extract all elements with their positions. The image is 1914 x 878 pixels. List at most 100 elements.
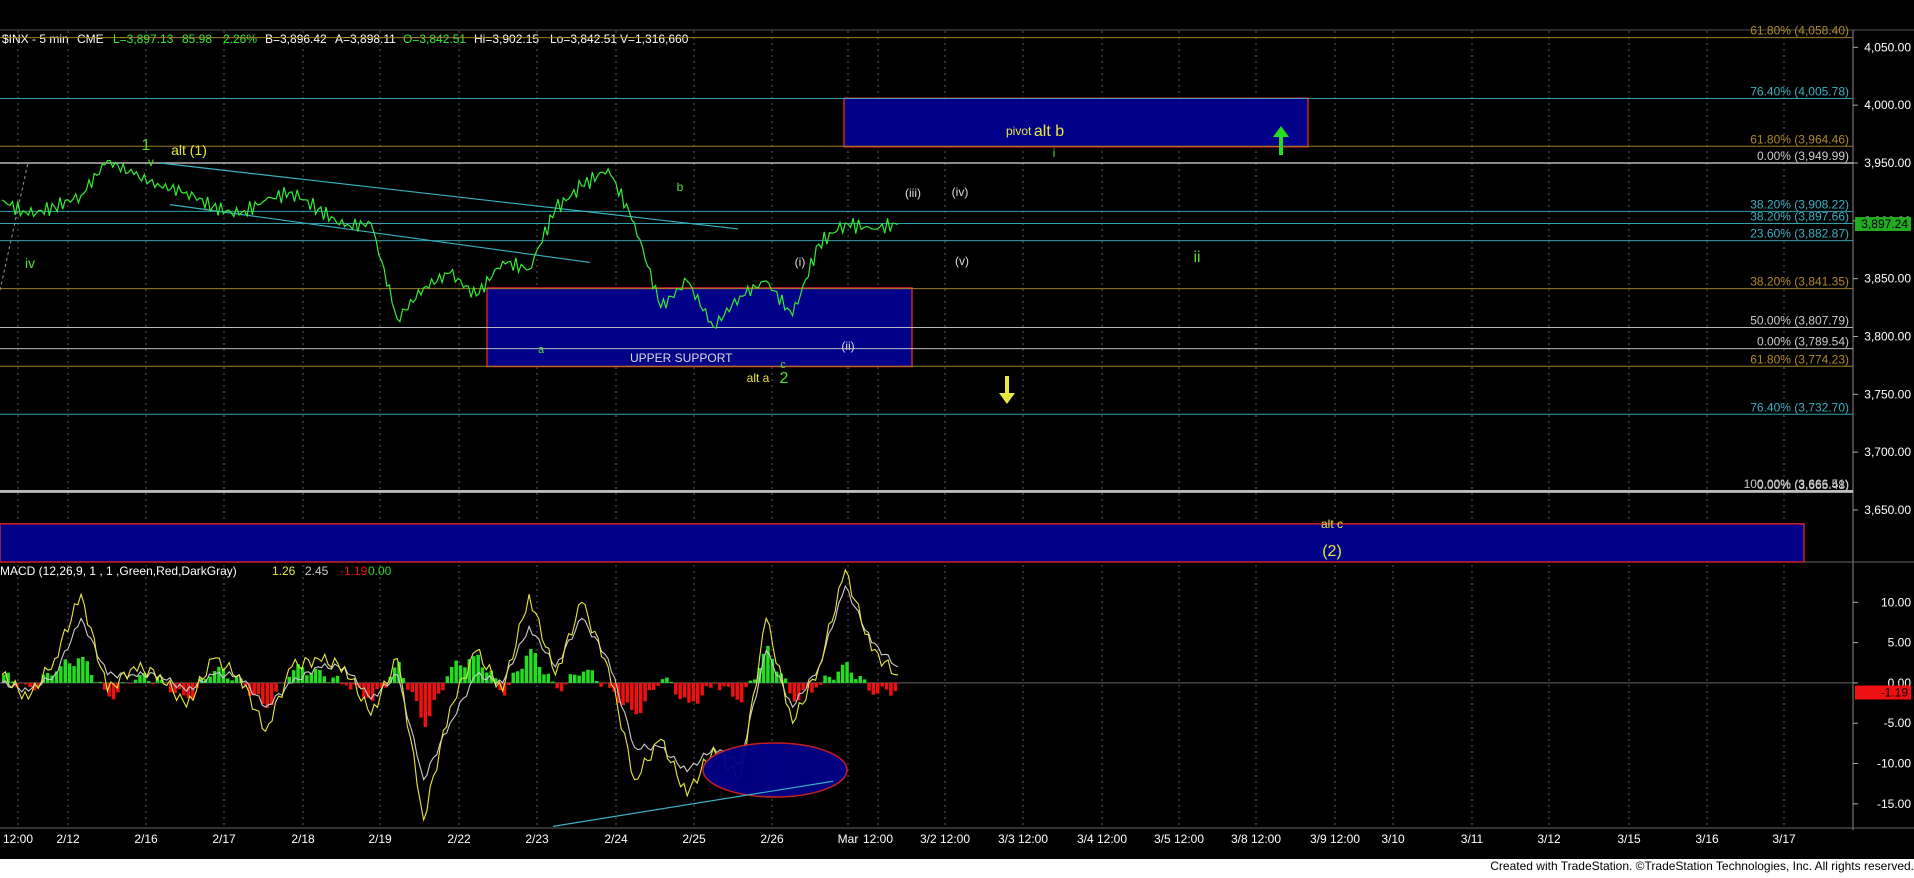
macd-histogram-bar [696,683,700,704]
macd-histogram-bar [534,653,538,683]
macd-histogram-bar [129,683,133,684]
macd-histogram-bar [68,663,72,683]
x-tick-label: 2/26 [760,832,784,846]
macd-histogram-bar [305,675,309,683]
macd-histogram-bar [564,683,568,685]
macd-histogram-bar [415,683,419,701]
header-pct: 2.26% [223,32,257,46]
header-ask: A=3,898.11 [335,32,396,46]
macd-histogram-bar [463,667,467,683]
macd-histogram-bar [599,683,603,687]
macd-histogram-bar [683,683,687,698]
macd-histogram-bar [859,676,863,683]
x-tick-label: 2/25 [682,832,706,846]
fib-level-label: 0.00% (3,665.48) [1757,478,1849,492]
macd-histogram-bar [674,683,678,695]
x-tick-label: 3/16 [1695,832,1719,846]
macd-histogram-bar [727,683,731,687]
macd-histogram-bar [516,671,520,683]
macd-histogram-bar [226,679,230,683]
macd-histogram-bar [635,683,639,714]
zone-label: pivot [1006,124,1032,138]
wave-label: iv [25,255,35,271]
macd-histogram-bar [744,683,748,687]
macd-histogram-bar [424,683,428,727]
x-tick-label: 3/5 12:00 [1154,832,1204,846]
macd-histogram-bar [274,683,278,692]
x-tick-label: 12:00 [863,832,893,846]
macd-histogram-bar [151,683,155,684]
macd-histogram-bar [454,661,458,683]
macd-histogram-bar [59,666,63,683]
macd-readout-1: 1.26 [272,564,296,578]
macd-histogram-bar [577,676,581,683]
macd-histogram-bar [217,667,221,683]
macd-y-tick-label: 5.00 [1888,636,1912,650]
macd-histogram-bar [345,683,349,686]
macd-histogram-bar [28,683,32,687]
price-y-tick-label: 4,000.00 [1864,98,1911,112]
wave-label: alt (1) [171,142,207,158]
macd-histogram-bar [885,683,889,690]
macd-histogram-bar [323,676,327,683]
macd-histogram-bar [872,683,876,695]
macd-histogram-bar [648,683,652,690]
macd-histogram-bar [121,682,125,683]
x-tick-label: 3/8 12:00 [1231,832,1281,846]
macd-histogram-bar [678,683,682,699]
wave-label: (ii) [841,339,854,353]
wave-label: (2) [1322,543,1342,560]
x-tick-label: 2/12 [56,832,80,846]
macd-histogram-bar [446,676,450,683]
price-y-tick-label: 3,750.00 [1864,387,1911,401]
chart-svg: $INX - 5 min CME L=3,897.13 85.98 2.26% … [0,0,1914,873]
macd-histogram-bar [753,679,757,683]
macd-histogram-bar [670,682,674,683]
macd-histogram-bar [257,683,261,694]
macd-histogram-bar [208,677,212,683]
x-tick-label: 3/2 12:00 [920,832,970,846]
wave-label: (iv) [952,185,969,199]
macd-histogram-bar [823,676,827,683]
macd-histogram-bar [191,683,195,699]
macd-histogram-bar [692,683,696,702]
macd-histogram-bar [656,683,660,686]
x-tick-label: 12:00 [3,832,33,846]
macd-histogram-bar [841,665,845,683]
macd-last-label: -1.19 [1881,686,1909,700]
price-y-tick-label: 3,700.00 [1864,445,1911,459]
macd-histogram-bar [626,683,630,703]
macd-histogram-bar [709,683,713,688]
macd-histogram-bar [507,683,511,685]
macd-histogram-bar [819,683,823,685]
macd-histogram-bar [661,679,665,683]
wave-label: ii [1193,249,1200,266]
macd-histogram-bar [749,681,753,683]
x-tick-label: 2/22 [447,832,471,846]
zone-box [0,524,1804,562]
price-y-tick-label: 3,650.00 [1864,503,1911,517]
macd-histogram-bar [630,683,634,710]
macd-histogram-bar [700,683,704,696]
macd-histogram-bar [621,683,625,705]
macd-histogram-bar [340,683,344,684]
fib-level-label: 23.60% (3,882.87) [1750,227,1849,241]
macd-histogram-bar [850,673,854,683]
fib-level-label: 38.20% (3,897.66) [1750,210,1849,224]
macd-histogram-bar [437,683,441,694]
header-bid: B=3,896.42 [265,32,327,46]
footer-credit: Created with TradeStation. ©TradeStation… [0,859,1914,873]
divergence-ellipse [703,743,847,797]
x-tick-label: Mar [838,832,859,846]
macd-histogram-bar [784,679,788,684]
macd-histogram-bar [591,670,595,683]
macd-histogram-bar [643,683,647,702]
wave-label: alt c [1321,517,1343,531]
wave-label: (v) [955,254,969,268]
macd-histogram-bar [837,672,841,683]
wave-label: b [677,180,684,194]
macd-histogram-bar [705,683,709,686]
header-low: Lo=3,842.51 [550,32,617,46]
wave-label: 2 [780,370,789,387]
macd-histogram-bar [432,683,436,700]
